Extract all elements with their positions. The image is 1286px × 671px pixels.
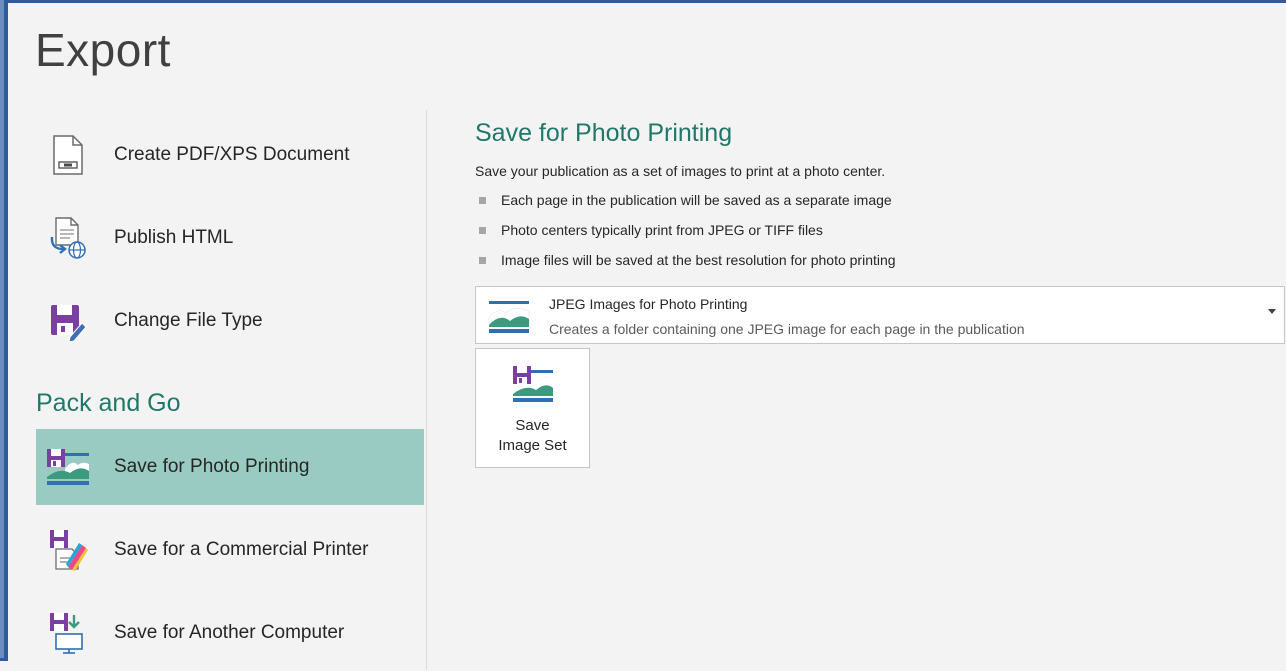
jpeg-images-icon <box>488 297 530 337</box>
save-for-another-computer-item[interactable]: Save for Another Computer <box>36 595 424 671</box>
dropdown-arrow-icon[interactable] <box>1268 309 1276 314</box>
bullet-text: Image files will be saved at the best re… <box>501 252 896 268</box>
change-file-type-item[interactable]: Change File Type <box>36 283 424 359</box>
bullet-square-icon <box>479 256 486 264</box>
create-pdf-xps-item[interactable]: Create PDF/XPS Document <box>36 117 424 193</box>
pack-and-go-heading: Pack and Go <box>36 389 181 417</box>
save-label-line2: Image Set <box>498 437 567 454</box>
bullet-square-icon <box>479 196 486 204</box>
bullet-item: Image files will be saved at the best re… <box>479 252 896 268</box>
save-for-commercial-printer-label: Save for a Commercial Printer <box>114 539 369 560</box>
save-for-commercial-printer-item[interactable]: Save for a Commercial Printer <box>36 512 424 588</box>
save-label-line1: Save <box>515 417 550 434</box>
format-description: Creates a folder containing one JPEG ima… <box>549 321 1025 337</box>
bullet-square-icon <box>479 226 486 234</box>
format-title: JPEG Images for Photo Printing <box>549 296 748 312</box>
bullet-text: Photo centers typically print from JPEG … <box>501 222 823 238</box>
photo-printing-icon <box>44 443 92 491</box>
bullet-item: Each page in the publication will be sav… <box>479 192 892 208</box>
save-for-photo-printing-item[interactable]: Save for Photo Printing <box>36 429 424 505</box>
pdf-document-icon <box>44 131 92 179</box>
detail-title: Save for Photo Printing <box>475 119 733 147</box>
save-for-another-computer-label: Save for Another Computer <box>114 622 345 643</box>
export-backstage: Export Create PDF/XPS Document Publish H… <box>0 0 1286 670</box>
bullet-text: Each page in the publication will be sav… <box>501 192 892 208</box>
save-image-set-button[interactable]: Save Image Set <box>475 348 590 468</box>
image-format-dropdown[interactable]: JPEG Images for Photo Printing Creates a… <box>475 286 1285 344</box>
bullet-item: Photo centers typically print from JPEG … <box>479 222 823 238</box>
create-pdf-xps-label: Create PDF/XPS Document <box>114 144 350 165</box>
publish-html-label: Publish HTML <box>114 227 234 248</box>
save-image-set-icon <box>512 364 554 404</box>
save-for-photo-printing-label: Save for Photo Printing <box>114 456 310 477</box>
pane-divider <box>426 110 427 670</box>
publish-html-item[interactable]: Publish HTML <box>36 200 424 276</box>
change-file-type-label: Change File Type <box>114 310 263 331</box>
change-file-type-icon <box>44 297 92 345</box>
another-computer-icon <box>44 609 92 657</box>
save-image-set-label: Save Image Set <box>476 416 589 456</box>
page-title: Export <box>35 24 171 76</box>
commercial-printer-icon <box>44 526 92 574</box>
publish-html-icon <box>44 214 92 262</box>
detail-description: Save your publication as a set of images… <box>475 163 886 179</box>
